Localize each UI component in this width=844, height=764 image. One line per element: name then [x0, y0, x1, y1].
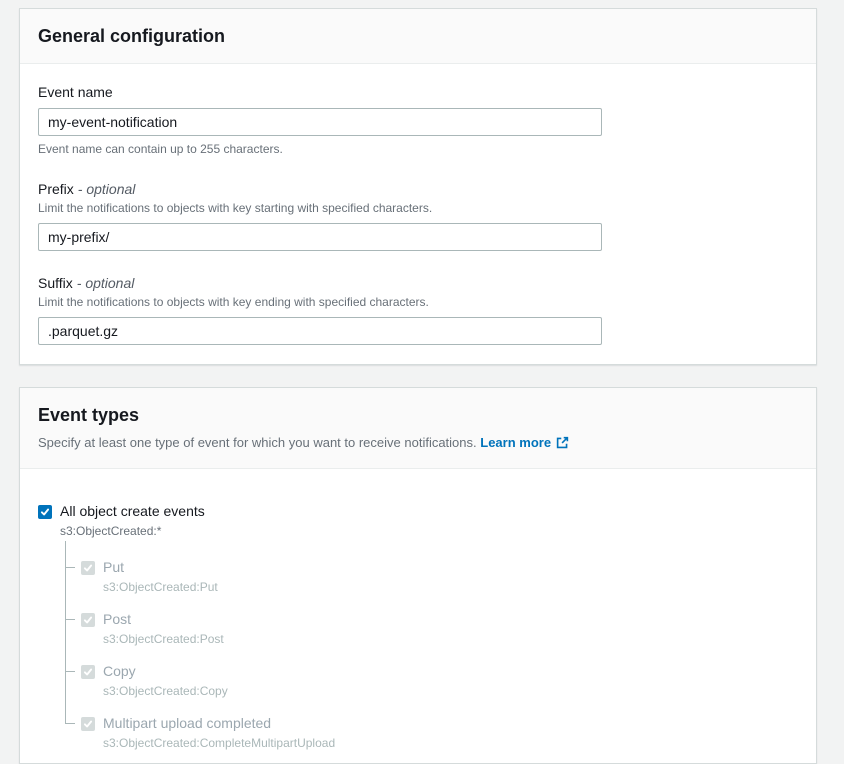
multipart-upload-completed-row: Multipart upload completed: [81, 715, 798, 732]
prefix-description: Limit the notifications to objects with …: [38, 201, 798, 216]
prefix-optional-flag: - optional: [78, 181, 136, 197]
page: General configuration Event name Event n…: [0, 0, 844, 764]
check-icon: [83, 719, 93, 729]
check-icon: [83, 615, 93, 625]
general-configuration-title: General configuration: [38, 25, 798, 47]
post-item: Post s3:ObjectCreated:Post: [65, 611, 798, 647]
prefix-input[interactable]: [38, 223, 602, 251]
all-object-create-events-item: All object create events s3:ObjectCreate…: [38, 503, 798, 539]
multipart-upload-completed-checkbox: [81, 717, 95, 731]
suffix-label: Suffix- optional: [38, 275, 798, 292]
copy-checkbox: [81, 665, 95, 679]
suffix-optional-flag: - optional: [77, 275, 135, 291]
put-checkbox: [81, 561, 95, 575]
post-checkbox: [81, 613, 95, 627]
event-types-tree: Put s3:ObjectCreated:Put Post s3:ObjectC…: [65, 559, 798, 751]
post-label: Post: [103, 611, 131, 628]
event-name-field: Event name Event name can contain up to …: [38, 84, 798, 157]
post-code: s3:ObjectCreated:Post: [103, 631, 798, 647]
event-types-title: Event types: [38, 404, 798, 426]
check-icon: [40, 507, 50, 517]
learn-more-link[interactable]: Learn more: [480, 435, 569, 450]
copy-label: Copy: [103, 663, 136, 680]
suffix-description: Limit the notifications to objects with …: [38, 295, 798, 310]
event-types-card: Event types Specify at least one type of…: [19, 387, 817, 764]
post-row: Post: [81, 611, 798, 628]
put-item: Put s3:ObjectCreated:Put: [65, 559, 798, 595]
external-link-icon: [556, 436, 569, 449]
check-icon: [83, 563, 93, 573]
prefix-label: Prefix- optional: [38, 181, 798, 198]
event-name-label: Event name: [38, 84, 798, 101]
all-object-create-events-label: All object create events: [60, 503, 205, 520]
prefix-field: Prefix- optional Limit the notifications…: [38, 181, 798, 251]
all-object-create-events-code: s3:ObjectCreated:*: [60, 523, 798, 539]
event-name-helper: Event name can contain up to 255 charact…: [38, 142, 798, 157]
all-object-create-events-checkbox[interactable]: [38, 505, 52, 519]
suffix-field: Suffix- optional Limit the notifications…: [38, 275, 798, 345]
copy-row: Copy: [81, 663, 798, 680]
general-configuration-header: General configuration: [20, 9, 816, 64]
all-object-create-events-row: All object create events: [38, 503, 798, 520]
event-types-description: Specify at least one type of event for w…: [38, 434, 798, 451]
copy-code: s3:ObjectCreated:Copy: [103, 683, 798, 699]
event-types-header: Event types Specify at least one type of…: [20, 388, 816, 469]
suffix-input[interactable]: [38, 317, 602, 345]
put-label: Put: [103, 559, 124, 576]
put-row: Put: [81, 559, 798, 576]
general-configuration-card: General configuration Event name Event n…: [19, 8, 817, 365]
put-code: s3:ObjectCreated:Put: [103, 579, 798, 595]
multipart-upload-completed-label: Multipart upload completed: [103, 715, 271, 732]
event-types-body: All object create events s3:ObjectCreate…: [20, 469, 816, 763]
multipart-upload-completed-item: Multipart upload completed s3:ObjectCrea…: [65, 715, 798, 751]
check-icon: [83, 667, 93, 677]
general-configuration-body: Event name Event name can contain up to …: [20, 64, 816, 364]
event-name-input[interactable]: [38, 108, 602, 136]
copy-item: Copy s3:ObjectCreated:Copy: [65, 663, 798, 699]
multipart-upload-completed-code: s3:ObjectCreated:CompleteMultipartUpload: [103, 735, 798, 751]
